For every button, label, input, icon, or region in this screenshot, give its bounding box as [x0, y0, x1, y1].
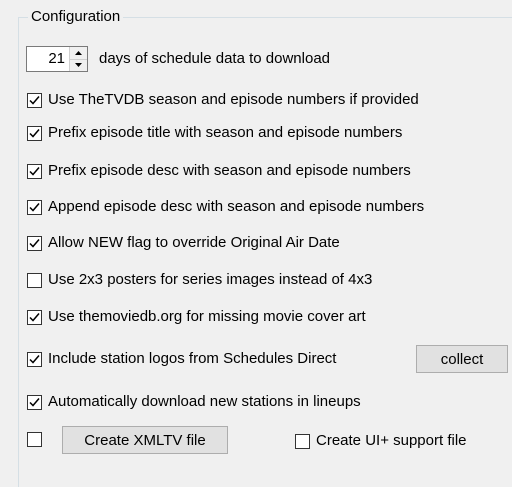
checkbox-label: Allow NEW flag to override Original Air … [48, 234, 340, 251]
configuration-groupbox [18, 17, 512, 487]
checkbox-label: Use TheTVDB season and episode numbers i… [48, 91, 419, 108]
checkbox[interactable] [27, 92, 42, 108]
checkbox[interactable] [27, 163, 42, 179]
checkbox[interactable] [27, 394, 42, 410]
checkbox[interactable] [27, 309, 42, 325]
option-new-flag[interactable]: Allow NEW flag to override Original Air … [27, 234, 340, 252]
checkmark-icon [29, 128, 40, 138]
option-create-uiplus[interactable]: Create UI+ support file [295, 432, 467, 450]
checkmark-icon [29, 238, 40, 248]
configuration-group-title: Configuration [28, 8, 124, 26]
checkbox-label: Use 2x3 posters for series images instea… [48, 271, 373, 288]
chevron-up-icon [75, 50, 82, 55]
xmltv-checkbox[interactable] [27, 432, 42, 447]
option-tvdb-numbers[interactable]: Use TheTVDB season and episode numbers i… [27, 91, 419, 109]
checkbox-label: Create UI+ support file [316, 432, 467, 449]
spin-down-button[interactable] [70, 58, 87, 71]
option-themoviedb[interactable]: Use themoviedb.org for missing movie cov… [27, 308, 366, 326]
option-prefix-title[interactable]: Prefix episode title with season and epi… [27, 124, 402, 142]
days-value[interactable]: 21 [27, 47, 69, 71]
checkbox-label: Use themoviedb.org for missing movie cov… [48, 308, 366, 325]
option-station-logos[interactable]: Include station logos from Schedules Dir… [27, 350, 336, 368]
create-xmltv-button[interactable]: Create XMLTV file [62, 426, 228, 454]
option-prefix-desc[interactable]: Prefix episode desc with season and epis… [27, 162, 411, 180]
checkmark-icon [29, 312, 40, 322]
checkbox[interactable] [27, 351, 42, 367]
checkmark-icon [29, 397, 40, 407]
checkmark-icon [29, 354, 40, 364]
option-append-desc[interactable]: Append episode desc with season and epis… [27, 198, 424, 216]
checkbox[interactable] [27, 272, 42, 288]
option-2x3-posters[interactable]: Use 2x3 posters for series images instea… [27, 271, 372, 289]
checkbox[interactable] [27, 125, 42, 141]
days-label: days of schedule data to download [99, 50, 330, 67]
checkbox-label: Prefix episode desc with season and epis… [48, 162, 411, 179]
days-stepper[interactable]: 21 [26, 46, 88, 72]
spin-up-button[interactable] [70, 47, 87, 59]
checkbox-label: Include station logos from Schedules Dir… [48, 350, 337, 367]
option-auto-download-stations[interactable]: Automatically download new stations in l… [27, 393, 361, 411]
checkmark-icon [29, 95, 40, 105]
checkbox[interactable] [295, 433, 310, 449]
checkbox-label: Automatically download new stations in l… [48, 393, 361, 410]
checkmark-icon [29, 202, 40, 212]
checkbox[interactable] [27, 199, 42, 215]
checkmark-icon [29, 166, 40, 176]
checkbox-label: Append episode desc with season and epis… [48, 198, 425, 215]
chevron-down-icon [75, 63, 82, 68]
checkbox-label: Prefix episode title with season and epi… [48, 124, 403, 141]
checkbox[interactable] [27, 235, 42, 251]
collect-button[interactable]: collect [416, 345, 508, 373]
